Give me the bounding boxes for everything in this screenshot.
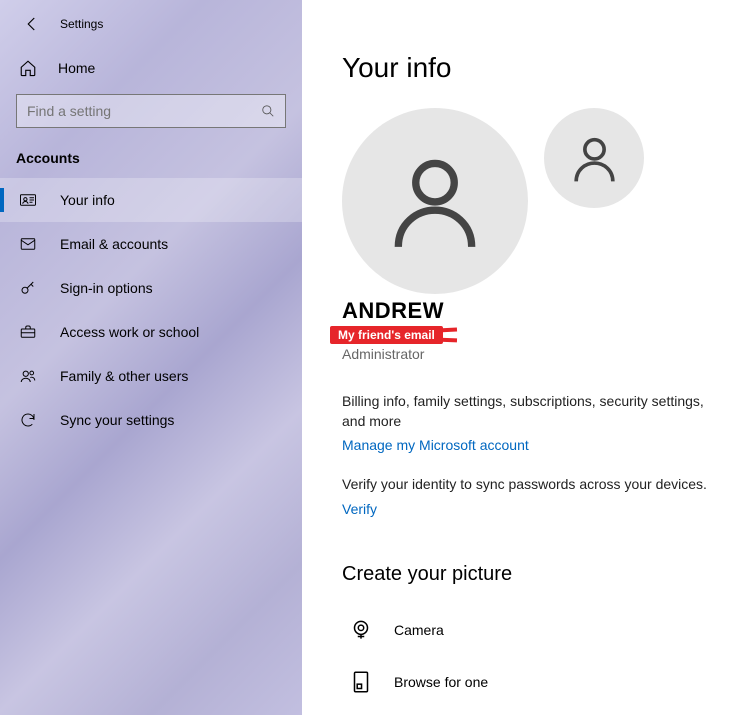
picture-heading: Create your picture [342, 563, 730, 586]
nav-label: Email & accounts [60, 236, 168, 252]
avatar-row [342, 108, 730, 294]
person-icon [567, 131, 622, 186]
user-role: Administrator [342, 346, 730, 362]
nav-label: Family & other users [60, 368, 188, 384]
manage-account-link[interactable]: Manage my Microsoft account [342, 437, 529, 453]
billing-text: Billing info, family settings, subscript… [342, 392, 730, 431]
home-icon [16, 59, 40, 77]
redacted-email: My friend's email [330, 326, 443, 344]
browse-option[interactable]: Browse for one [342, 656, 730, 708]
section-title: Accounts [0, 128, 302, 178]
search-input[interactable] [27, 103, 261, 119]
nav-label: Sync your settings [60, 412, 174, 428]
sidebar: Settings Home Accounts Your info Email &… [0, 0, 302, 715]
user-name: ANDREW [342, 298, 730, 324]
home-nav[interactable]: Home [0, 48, 302, 88]
search-box[interactable] [16, 94, 286, 128]
camera-label: Camera [394, 622, 444, 638]
nav-label: Access work or school [60, 324, 199, 340]
avatar-small[interactable] [544, 108, 644, 208]
sync-icon [16, 411, 40, 429]
person-icon [380, 146, 490, 256]
key-icon [16, 279, 40, 297]
arrow-left-icon [23, 15, 41, 33]
main-content: Your info ANDREW My friend's email Admin… [302, 0, 750, 715]
nav-access-work[interactable]: Access work or school [0, 310, 302, 354]
settings-title: Settings [60, 17, 103, 31]
people-icon [16, 367, 40, 385]
nav-family-users[interactable]: Family & other users [0, 354, 302, 398]
verify-link[interactable]: Verify [342, 501, 377, 517]
back-button[interactable] [16, 8, 48, 40]
file-icon [342, 669, 380, 695]
browse-label: Browse for one [394, 674, 488, 690]
search-icon [261, 104, 275, 118]
avatar-large[interactable] [342, 108, 528, 294]
camera-icon [342, 617, 380, 643]
nav-label: Your info [60, 192, 115, 208]
nav-sync-settings[interactable]: Sync your settings [0, 398, 302, 442]
badge-icon [16, 191, 40, 209]
mail-icon [16, 235, 40, 253]
nav-label: Sign-in options [60, 280, 153, 296]
nav-signin-options[interactable]: Sign-in options [0, 266, 302, 310]
header-row: Settings [0, 0, 302, 48]
camera-option[interactable]: Camera [342, 604, 730, 656]
home-label: Home [58, 60, 95, 76]
page-title: Your info [342, 52, 730, 84]
nav-email-accounts[interactable]: Email & accounts [0, 222, 302, 266]
verify-text: Verify your identity to sync passwords a… [342, 475, 730, 495]
briefcase-icon [16, 323, 40, 341]
nav-your-info[interactable]: Your info [0, 178, 302, 222]
